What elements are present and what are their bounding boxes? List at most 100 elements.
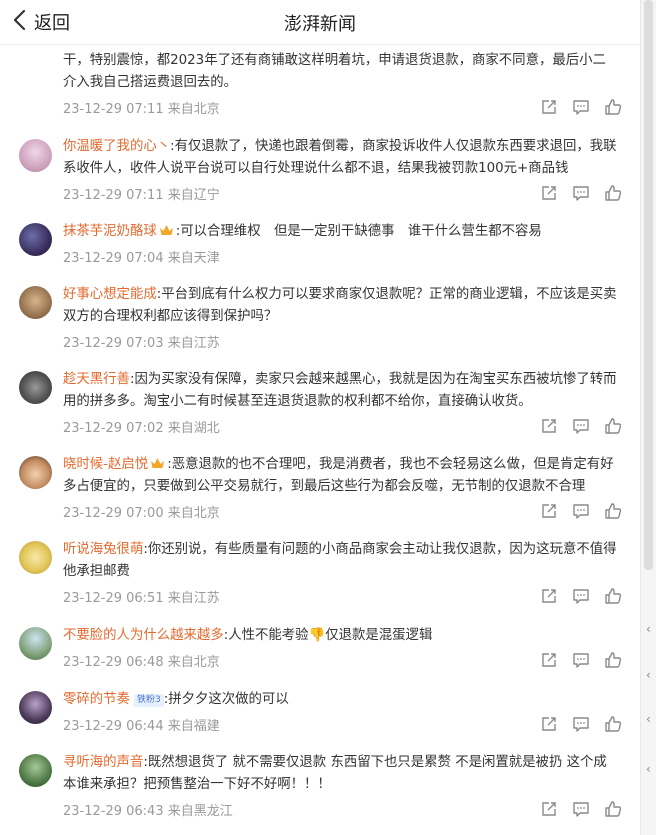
side-panel-edge-icon: ‹ [646,712,651,726]
side-panel-edge-icon: ‹ [646,622,651,636]
share-icon[interactable] [540,98,558,116]
comment-actions [540,417,622,435]
comment-text: 不要脸的人为什么越来越多:人性不能考验👎仅退款是混蛋逻辑 [63,628,433,643]
comment-meta: 23-12-29 06:43 来自黑龙江 [63,800,233,819]
commenter-name[interactable]: 不要脸的人为什么越来越多 [63,628,224,643]
side-panel-edge-icon: ‹ [646,668,651,682]
comment-time: 23-12-29 06:48 [63,655,164,670]
comment-icon[interactable] [572,98,590,116]
comment-text: 你温暖了我的心丶:有仅退款了，快递也跟着倒霉，商家投诉收件人仅退款东西要求退回，… [63,139,617,176]
comment-time: 23-12-29 07:00 [63,506,164,521]
thumbs-up-icon[interactable] [604,98,622,116]
comment-actions [540,98,622,116]
comment-location: 来自湖北 [167,421,220,436]
comment-location: 来自天津 [167,251,220,266]
comment-text: 晓时候-赵启悦:恶意退款的也不合理吧，我是消费者，我也不会轻易这么做，但是肯定有… [63,456,614,494]
comment-icon[interactable] [572,502,590,520]
avatar[interactable] [19,139,52,172]
thumbs-up-icon[interactable] [604,587,622,605]
comment-text: 趁天黑行善:因为买家没有保障，卖家只会越来越黑心，我就是因为在淘宝买东西被坑惨了… [63,372,617,409]
crown-icon [150,456,165,469]
comment-text: 寻听海的声音:既然想退货了 就不需要仅退款 东西留下也只是累赘 不是闲置就是被扔… [63,755,607,792]
share-icon[interactable] [540,587,558,605]
scrollbar-thumb[interactable] [644,0,653,570]
comment-time: 23-12-29 07:11 [63,102,164,117]
comment-icon[interactable] [572,715,590,733]
comment-meta: 23-12-29 07:04 来自天津 [63,247,220,266]
comment-actions [540,502,622,520]
comment-text: 零碎的节奏 铁粉3:拼夕夕这次做的可以 [63,692,289,707]
commenter-name[interactable]: 趁天黑行善 [63,372,130,387]
commenter-name[interactable]: 你温暖了我的心丶 [63,139,170,154]
commenter-name[interactable]: 寻听海的声音 [63,755,143,770]
side-panel-edge-icon: ‹ [646,762,651,776]
comment-location: 来自辽宁 [167,188,220,203]
comment-actions [540,587,622,605]
share-icon[interactable] [540,502,558,520]
avatar[interactable] [19,371,52,404]
comment-time: 23-12-29 07:02 [63,421,164,436]
avatar[interactable] [19,691,52,724]
comment-time: 23-12-29 06:44 [63,719,164,734]
avatar[interactable] [19,541,52,574]
comment-actions [540,184,622,202]
comment-time: 23-12-29 07:04 [63,251,164,266]
crown-icon [159,223,174,236]
comment-text: 听说海兔很萌:你还别说，有些质量有问题的小商品商家会主动让我仅退款，因为这玩意不… [63,542,617,579]
commenter-name[interactable]: 晓时候-赵启悦 [63,457,148,472]
comment-meta: 23-12-29 07:02 来自湖北 [63,417,220,436]
comment-text: 干，特别震惊，都2023年了还有商铺敢这样明着坑，申请退货退款，商家不同意，最后… [63,53,606,90]
comment-icon[interactable] [572,651,590,669]
top-bar: 返回 澎湃新闻 [0,0,640,45]
page-title: 澎湃新闻 [284,14,356,35]
thumbs-up-icon[interactable] [604,417,622,435]
comment-icon[interactable] [572,800,590,818]
comment-icon[interactable] [572,184,590,202]
comment-meta: 23-12-29 07:03 来自江苏 [63,332,220,351]
commenter-name[interactable]: 好事心想定能成 [63,287,157,302]
comment-icon[interactable] [572,587,590,605]
share-icon[interactable] [540,651,558,669]
avatar[interactable] [19,286,52,319]
comment-location: 来自黑龙江 [167,804,233,819]
comment-meta: 23-12-29 07:11 来自北京 [63,98,220,117]
scrollbar[interactable] [640,0,656,835]
avatar[interactable] [19,223,52,256]
comment-actions [540,800,622,818]
thumbs-up-icon[interactable] [604,184,622,202]
thumbs-up-icon[interactable] [604,651,622,669]
comment-actions [540,651,622,669]
commenter-name[interactable]: 抹茶芋泥奶酪球 [63,224,157,239]
comment-meta: 23-12-29 07:11 来自辽宁 [63,184,220,203]
share-icon[interactable] [540,800,558,818]
comment-meta: 23-12-29 06:51 来自江苏 [63,587,220,606]
share-icon[interactable] [540,184,558,202]
avatar[interactable] [19,754,52,787]
comment-time: 23-12-29 07:11 [63,188,164,203]
fan-badge: 铁粉3 [133,694,164,707]
comment-time: 23-12-29 06:51 [63,591,164,606]
thumbs-up-icon[interactable] [604,800,622,818]
comment-actions [540,715,622,733]
share-icon[interactable] [540,715,558,733]
comment-location: 来自江苏 [167,336,220,351]
comment-location: 来自江苏 [167,591,220,606]
comment-icon[interactable] [572,417,590,435]
comment-location: 来自北京 [167,506,220,521]
commenter-name[interactable]: 零碎的节奏 [63,692,130,707]
comment-text: 好事心想定能成:平台到底有什么权力可以要求商家仅退款呢？正常的商业逻辑，不应该是… [63,287,617,324]
comment-meta: 23-12-29 07:00 来自北京 [63,502,220,521]
comment-location: 来自北京 [167,655,220,670]
avatar[interactable] [19,456,52,489]
thumbs-up-icon[interactable] [604,715,622,733]
thumbs-up-icon[interactable] [604,502,622,520]
commenter-name[interactable]: 听说海兔很萌 [63,542,143,557]
comment-location: 来自福建 [167,719,220,734]
comment-text: 抹茶芋泥奶酪球:可以合理维权 但是一定别干缺德事 谁干什么营生都不容易 [63,223,542,239]
comment-time: 23-12-29 07:03 [63,336,164,351]
comment-location: 来自北京 [167,102,220,117]
comment-meta: 23-12-29 06:44 来自福建 [63,715,220,734]
share-icon[interactable] [540,417,558,435]
comment-time: 23-12-29 06:43 [63,804,164,819]
avatar[interactable] [19,627,52,660]
